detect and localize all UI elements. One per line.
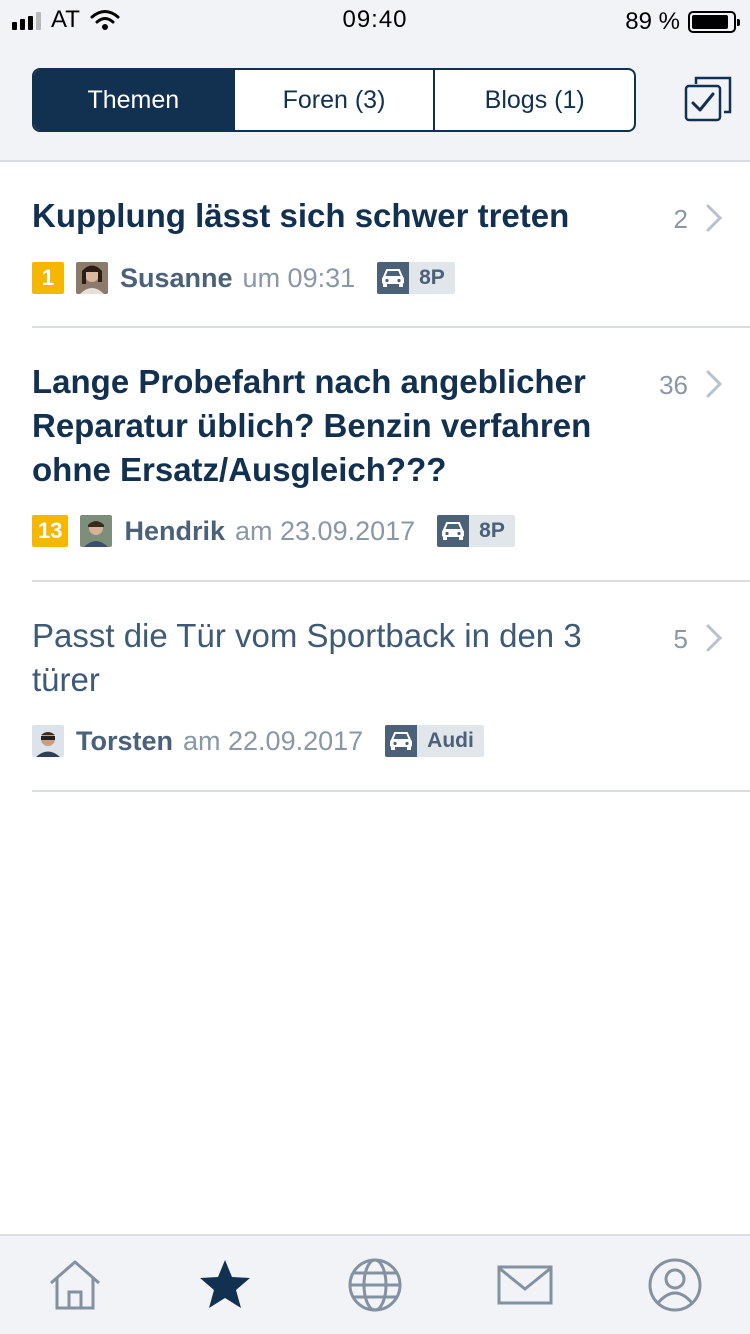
thread-title: Passt die Tür vom Sportback in den 3 tür… (32, 617, 582, 698)
vehicle-tag-label: 8P (419, 266, 445, 289)
segment-blogs[interactable]: Blogs (1) (433, 70, 634, 130)
thread-list: Kupplung lässt sich schwer treten 2 1 Su… (0, 162, 750, 792)
vehicle-tag-label: Audi (427, 729, 474, 752)
author-name[interactable]: Susanne (120, 263, 233, 294)
avatar (76, 262, 108, 294)
segment-themen[interactable]: Themen (34, 70, 233, 130)
star-icon (200, 1260, 250, 1308)
thread-item[interactable]: Lange Probefahrt nach angeblicher Repara… (32, 328, 750, 582)
tab-favorites[interactable] (150, 1236, 300, 1334)
vehicle-tag-label: 8P (479, 519, 505, 542)
tab-profile[interactable] (600, 1236, 750, 1334)
tab-home[interactable] (0, 1236, 150, 1334)
vehicle-tag[interactable]: Audi (385, 725, 484, 757)
thread-title: Kupplung lässt sich schwer treten (32, 197, 570, 234)
thread-item[interactable]: Kupplung lässt sich schwer treten 2 1 Su… (32, 162, 750, 328)
vehicle-tag[interactable]: 8P (437, 515, 515, 547)
multi-select-icon[interactable] (684, 74, 732, 122)
vehicle-tag[interactable]: 8P (377, 262, 455, 294)
battery-percentage: 89 % (625, 8, 680, 35)
globe-icon (348, 1258, 402, 1312)
mail-icon (497, 1265, 553, 1305)
car-icon (377, 262, 410, 294)
chevron-right-icon (706, 204, 723, 232)
car-icon (385, 725, 418, 757)
home-icon (50, 1260, 100, 1310)
unread-badge: 1 (32, 262, 64, 294)
post-time: am 23.09.2017 (235, 515, 416, 546)
tab-messages[interactable] (450, 1236, 600, 1334)
header: Themen Foren (3) Blogs (1) (0, 40, 750, 162)
reply-count: 2 (673, 204, 688, 234)
status-bar: AT 09:40 89 % (0, 0, 750, 40)
author-name[interactable]: Hendrik (124, 516, 225, 547)
segmented-control: Themen Foren (3) Blogs (1) (32, 68, 636, 132)
reply-count: 36 (659, 370, 688, 400)
chevron-right-icon (706, 370, 723, 398)
unread-badge: 13 (32, 515, 69, 547)
reply-count: 5 (673, 624, 688, 654)
tab-bar (0, 1234, 750, 1334)
segment-foren[interactable]: Foren (3) (232, 70, 434, 130)
tab-explore[interactable] (300, 1236, 450, 1334)
car-icon (437, 515, 470, 547)
thread-title: Lange Probefahrt nach angeblicher Repara… (32, 363, 592, 488)
profile-icon (648, 1258, 702, 1312)
battery-icon (688, 11, 740, 33)
post-time: um 09:31 (242, 262, 356, 293)
author-name[interactable]: Torsten (76, 726, 173, 757)
thread-item[interactable]: Passt die Tür vom Sportback in den 3 tür… (32, 582, 750, 792)
avatar (32, 725, 64, 757)
chevron-right-icon (706, 624, 723, 652)
post-time: am 22.09.2017 (183, 725, 364, 756)
avatar (80, 515, 113, 547)
